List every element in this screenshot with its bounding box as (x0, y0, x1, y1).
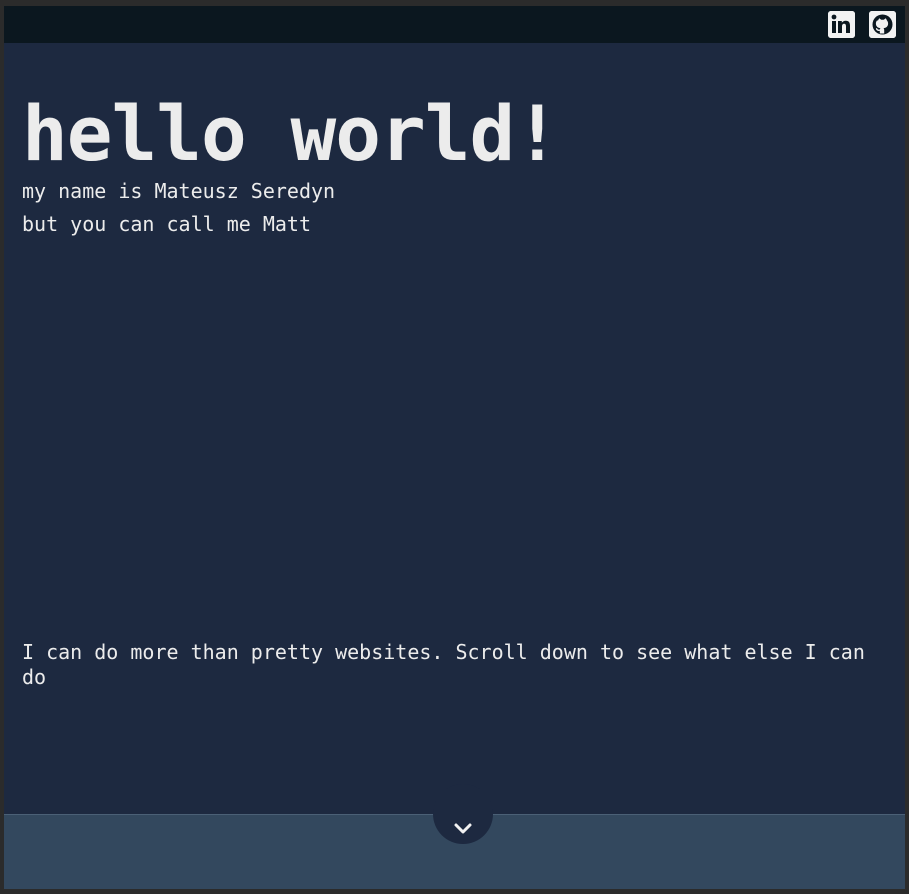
scroll-down-button[interactable] (433, 784, 493, 844)
top-nav-bar (4, 6, 905, 43)
tagline-text: I can do more than pretty websites. Scro… (22, 640, 865, 689)
page: hello world! my name is Mateusz Seredyn … (4, 6, 905, 889)
linkedin-link[interactable] (828, 11, 855, 38)
chevron-down-icon (454, 823, 472, 834)
github-link[interactable] (869, 11, 896, 38)
linkedin-icon (828, 11, 855, 38)
hero-nickname-line: but you can call me Matt (22, 212, 311, 236)
github-icon (869, 11, 896, 38)
hero-name-line: my name is Mateusz Seredyn (22, 179, 336, 203)
hero-section: hello world! my name is Mateusz Seredyn … (22, 89, 560, 241)
hero-title: hello world! (22, 89, 560, 178)
